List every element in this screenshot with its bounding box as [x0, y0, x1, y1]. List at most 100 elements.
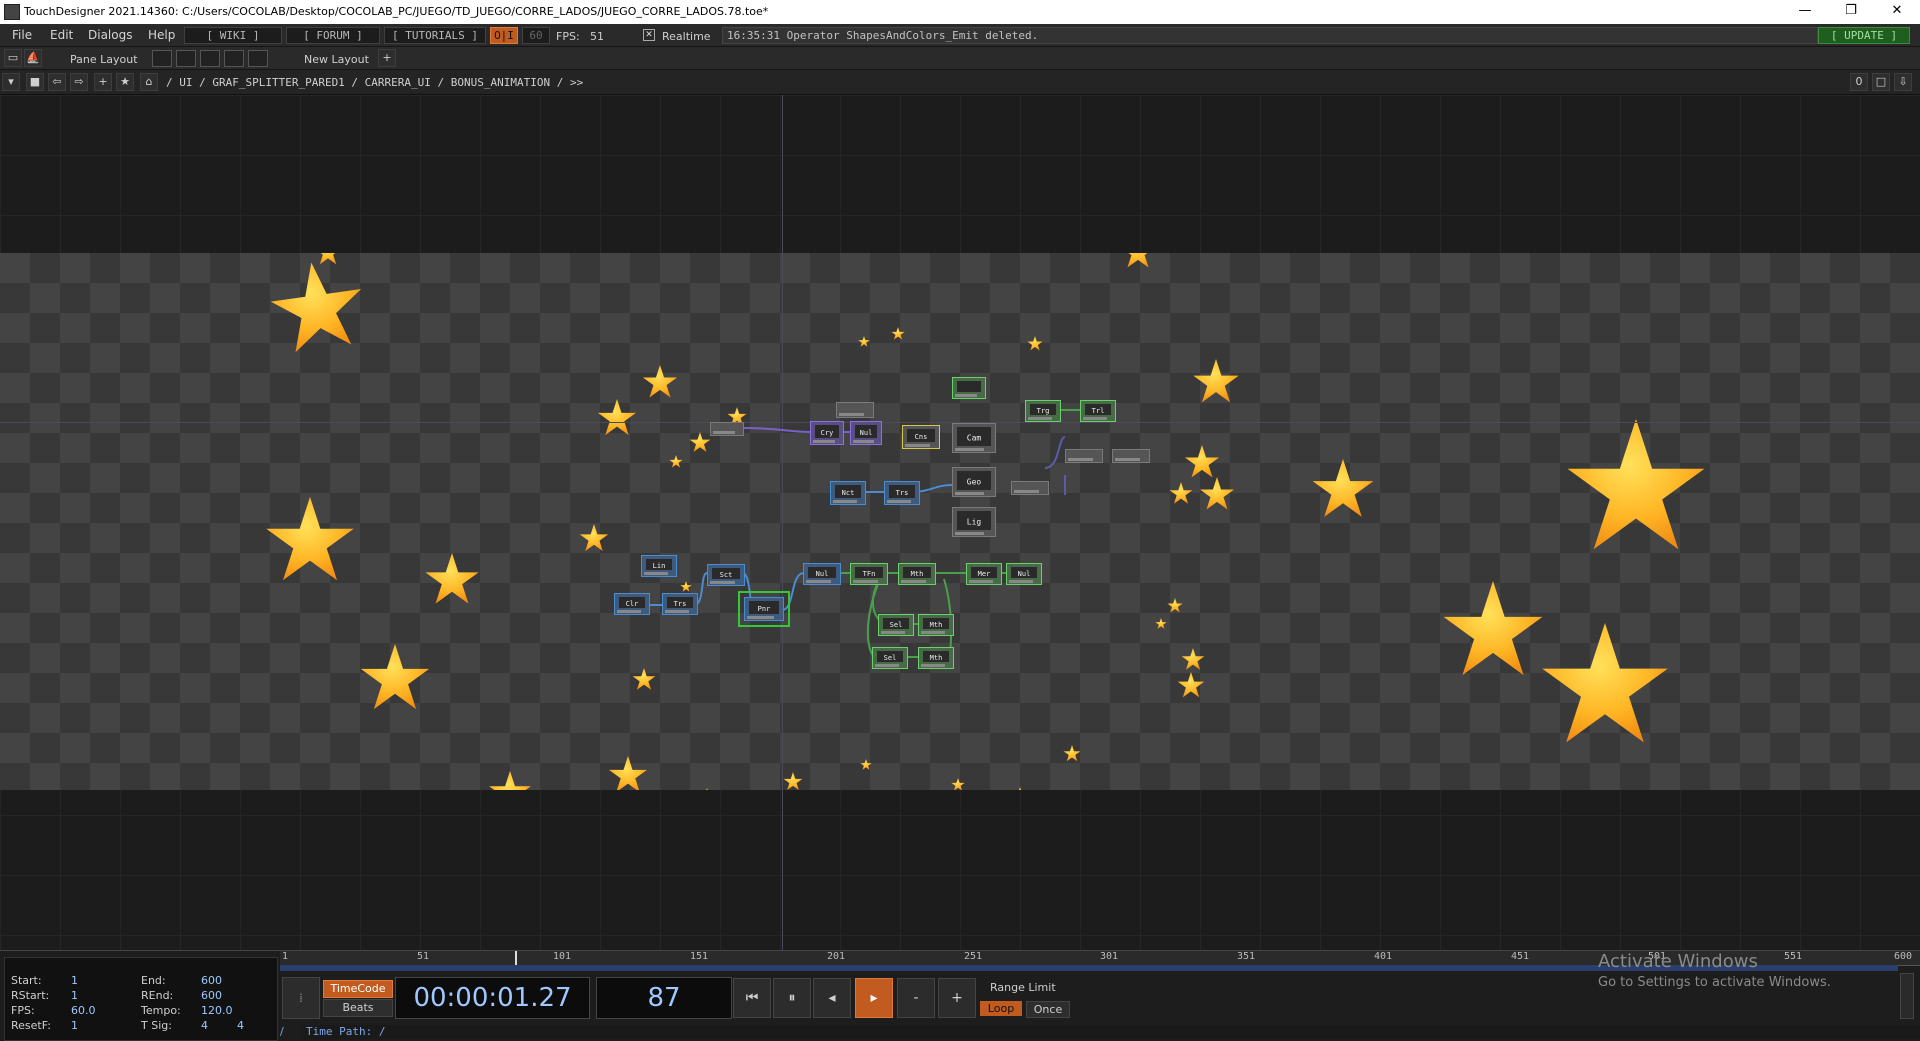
beats-button[interactable]: Beats	[323, 999, 393, 1017]
node-sel-1[interactable]: Sel	[878, 614, 914, 636]
node-nul-1[interactable]: Nul	[850, 421, 882, 445]
layout-quad-icon[interactable]	[248, 50, 268, 67]
restore-button[interactable]: ❐	[1828, 0, 1874, 24]
timecode-display[interactable]: 00:00:01.27	[395, 977, 590, 1019]
node-mth-2[interactable]: Mth	[918, 614, 954, 636]
bookmark-star-icon[interactable]: ★	[116, 73, 134, 91]
timeline-scrollbar[interactable]	[1900, 973, 1914, 1019]
node-trs-1[interactable]: Trs	[884, 481, 920, 505]
layout-split-h-icon[interactable]	[200, 50, 220, 67]
node-clr[interactable]: Clr	[614, 593, 650, 615]
node-cam[interactable]: Cam	[952, 423, 996, 453]
node-trs-2[interactable]: Trs	[662, 593, 698, 615]
pane-menu-icon[interactable]: ▾	[2, 73, 20, 91]
playhead[interactable]	[515, 951, 517, 965]
node-out-a[interactable]	[1065, 449, 1103, 463]
stop-icon[interactable]: ■	[26, 73, 44, 91]
node-chop-top[interactable]	[952, 377, 986, 399]
play-icon[interactable]: ▸	[855, 978, 893, 1018]
node-cry[interactable]: Cry	[810, 421, 844, 445]
wiki-button[interactable]: [ WIKI ]	[184, 27, 282, 44]
node-sel-2[interactable]: Sel	[872, 647, 908, 669]
pause-icon[interactable]: ⏸	[773, 978, 811, 1018]
tempo-label: Tempo:	[141, 1004, 181, 1017]
menu-file[interactable]: File	[12, 28, 32, 42]
node-nul-3[interactable]: Nul	[1006, 563, 1042, 585]
viewer-icon[interactable]: ▭	[4, 49, 22, 67]
timeline: 1 51 101 151 201 251 301 351 401 451 501…	[0, 950, 1920, 1041]
new-layout-label[interactable]: New Layout	[304, 53, 369, 66]
range-toggle[interactable]: ⁞	[282, 977, 320, 1019]
fps-value[interactable]: 60.0	[71, 1004, 96, 1017]
realtime-label: Realtime	[662, 30, 711, 43]
tempo-value[interactable]: 120.0	[201, 1004, 233, 1017]
realtime-checkbox[interactable]: ✕	[643, 29, 655, 41]
loop-button[interactable]: Loop	[980, 1001, 1022, 1016]
node-out-b[interactable]	[1112, 449, 1150, 463]
status-message: 16:35:31 Operator ShapesAndColors_Emit d…	[722, 27, 1818, 44]
tutorials-button[interactable]: [ TUTORIALS ]	[384, 27, 486, 44]
fps-cap-box[interactable]: 60	[522, 27, 550, 44]
menu-edit[interactable]: Edit	[50, 28, 73, 42]
rend-value[interactable]: 600	[201, 989, 222, 1002]
node-lig[interactable]: Lig	[952, 507, 996, 537]
tsig-denominator[interactable]: 4	[237, 1019, 244, 1032]
time-path[interactable]: Time Path: /	[300, 1025, 1920, 1039]
node-render[interactable]	[1011, 481, 1049, 495]
tick: 251	[964, 951, 983, 962]
menu-dialogs[interactable]: Dialogs	[88, 28, 132, 42]
node-nct[interactable]: Nct	[830, 481, 866, 505]
resetf-label: ResetF:	[11, 1019, 51, 1032]
add-icon[interactable]: +	[94, 73, 112, 91]
minimize-button[interactable]: —	[1782, 0, 1828, 24]
node-mth-3[interactable]: Mth	[918, 647, 954, 669]
add-layout-button[interactable]: +	[378, 49, 396, 67]
range-panel: Start: 1 End: 600 RStart: 1 REnd: 600 FP…	[4, 957, 278, 1041]
node-lin[interactable]: Lin	[641, 555, 677, 577]
layout-single-icon[interactable]	[152, 50, 172, 67]
node-trg[interactable]: Trg	[1025, 400, 1061, 422]
counter-box[interactable]: 0	[1850, 73, 1868, 91]
start-value[interactable]: 1	[71, 974, 78, 987]
step-back-icon[interactable]: ◂	[813, 978, 851, 1018]
node-mer[interactable]: Mer	[966, 563, 1002, 585]
layout-split-v-icon[interactable]	[176, 50, 196, 67]
node-geo[interactable]: Geo	[952, 467, 996, 497]
node-trl[interactable]: Trl	[1080, 400, 1116, 422]
end-value[interactable]: 600	[201, 974, 222, 987]
window-title: TouchDesigner 2021.14360: C:/Users/COCOL…	[24, 5, 769, 18]
plus-button[interactable]: +	[938, 978, 976, 1018]
update-button[interactable]: [ UPDATE ]	[1818, 27, 1910, 44]
tsig-numerator[interactable]: 4	[201, 1019, 208, 1032]
once-button[interactable]: Once	[1026, 1001, 1070, 1018]
pin-icon[interactable]: ⇩	[1894, 73, 1912, 91]
timecode-button[interactable]: TimeCode	[323, 980, 393, 998]
perform-toggle[interactable]: O|I	[490, 27, 518, 44]
rstart-value[interactable]: 1	[71, 989, 78, 1002]
home-icon[interactable]: ⌂	[140, 73, 158, 91]
frame-display[interactable]: 87	[596, 977, 732, 1019]
resetf-value[interactable]: 1	[71, 1019, 78, 1032]
ship-icon[interactable]: ⛵	[24, 49, 42, 67]
network-editor[interactable]: Cry Nul Cns Cam Trg Trl Nct Trs Geo Lig …	[0, 95, 1920, 950]
menu-help[interactable]: Help	[148, 28, 175, 42]
close-button[interactable]: ✕	[1874, 0, 1920, 24]
maximize-pane-icon[interactable]: □	[1872, 73, 1890, 91]
tick: 301	[1100, 951, 1119, 962]
forward-icon[interactable]: ⇨	[70, 73, 88, 91]
breadcrumb[interactable]: / UI / GRAF_SPLITTER_PARED1 / CARRERA_UI…	[166, 76, 583, 89]
node-tfn[interactable]: TFn	[850, 563, 888, 585]
node-top[interactable]	[836, 402, 874, 418]
tick: 201	[827, 951, 846, 962]
minus-button[interactable]: -	[897, 978, 935, 1018]
layout-triple-icon[interactable]	[224, 50, 244, 67]
forum-button[interactable]: [ FORUM ]	[286, 27, 380, 44]
node-cns[interactable]: Cns	[902, 425, 940, 449]
node-mth-1[interactable]: Mth	[898, 563, 936, 585]
back-icon[interactable]: ⇦	[48, 73, 66, 91]
node-in[interactable]	[710, 422, 744, 436]
node-pnr-selected[interactable]: Pnr	[738, 591, 790, 627]
rewind-icon[interactable]: ⏮	[733, 978, 771, 1018]
node-sct[interactable]: Sct	[707, 564, 745, 586]
node-nul-2[interactable]: Nul	[803, 563, 841, 585]
